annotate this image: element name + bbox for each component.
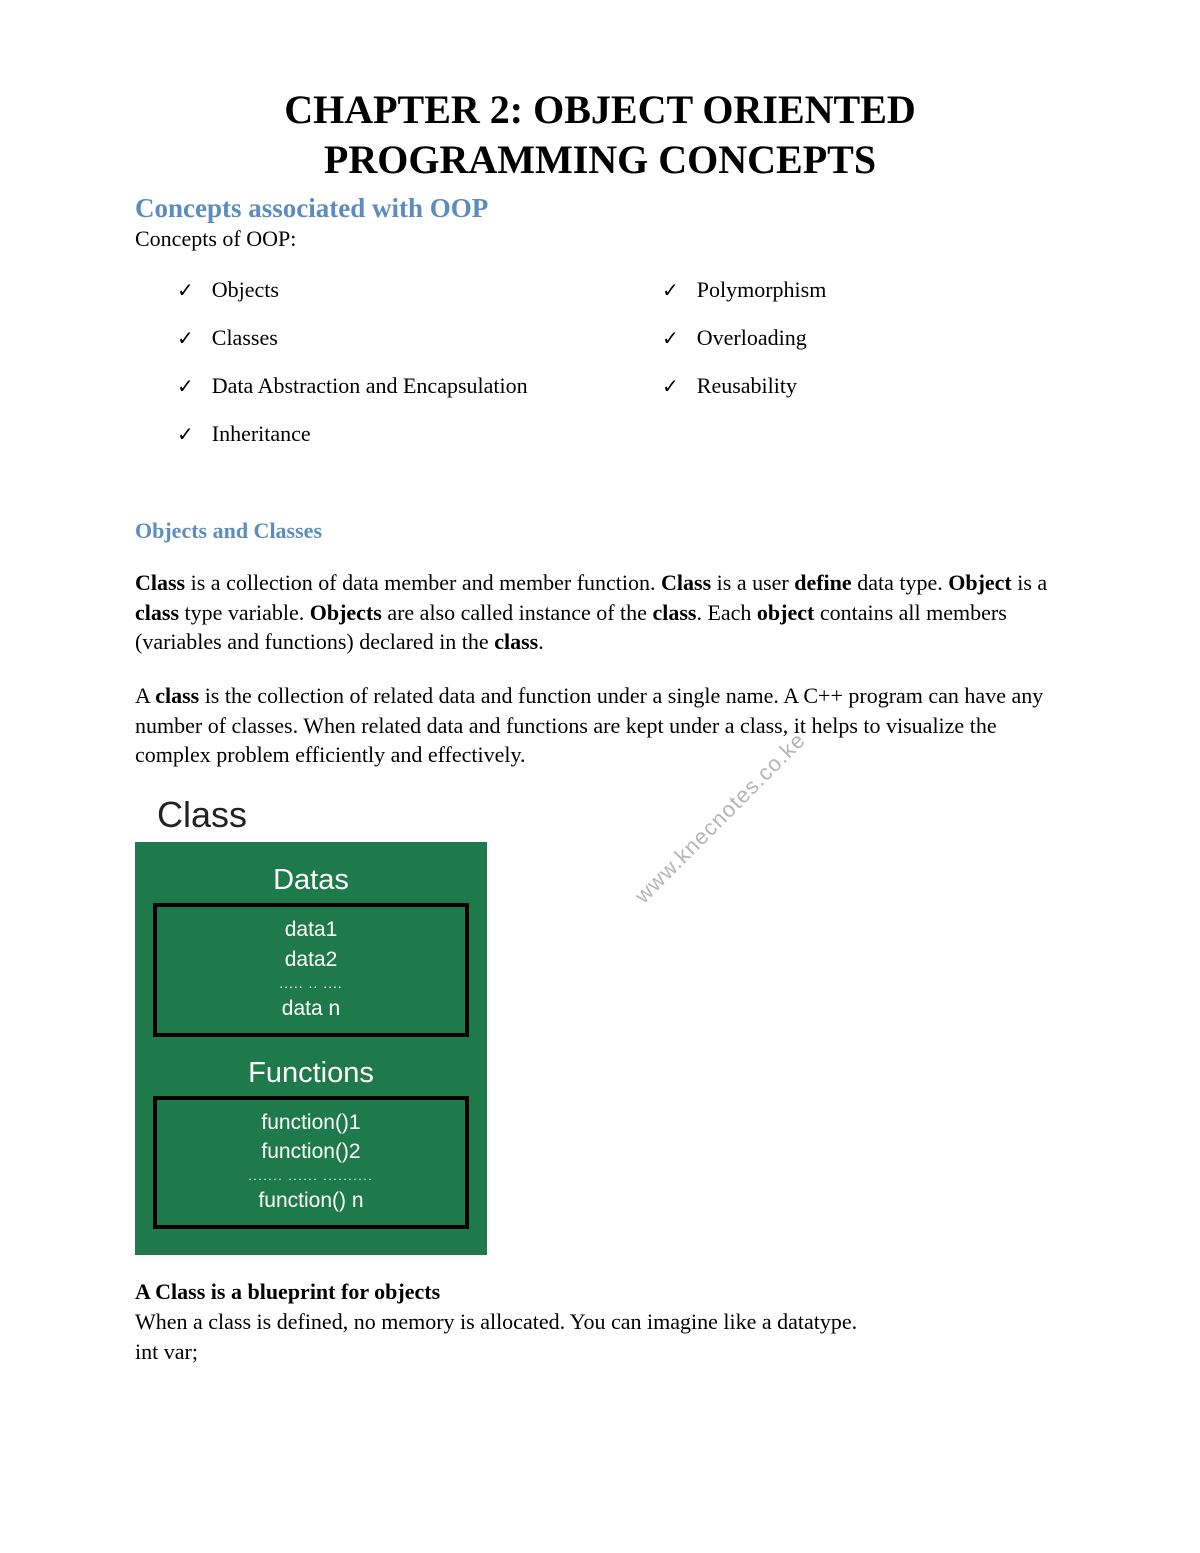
diagram-class-box: Datas data1 data2 ..... .. .... data n F… [135,842,487,1255]
diagram-datas-title: Datas [153,864,469,897]
diagram-func-item: function()2 [157,1137,465,1166]
concepts-col-left: ✓ Objects ✓ Classes ✓ Data Abstraction and … [135,266,580,458]
concept-label: Polymorphism [697,277,827,303]
diagram-datas-box: data1 data2 ..... .. .... data n [153,903,469,1037]
concept-item: ✓ Reusability [620,362,1065,410]
concept-label: Classes [212,325,278,351]
concept-label: Reusability [697,373,797,399]
class-diagram: Class Datas data1 data2 ..... .. .... da… [135,794,1065,1255]
diagram-dots: ....... ...... .......... [157,1169,465,1184]
diagram-functions-title: Functions [153,1057,469,1090]
concept-label: Overloading [697,325,807,351]
title-line-1: CHAPTER 2: OBJECT ORIENTED [284,87,916,132]
concept-item: ✓ Inheritance [135,410,580,458]
check-icon: ✓ [177,422,194,447]
paragraph-1: Class is a collection of data member and… [135,568,1065,657]
check-icon: ✓ [662,326,679,351]
diagram-data-item: data1 [157,915,465,944]
section-heading-objects-classes: Objects and Classes [135,518,1065,544]
paragraph-2: A class is the collection of related dat… [135,681,1065,770]
concept-label: Data Abstraction and Encapsulation [212,373,528,399]
blueprint-line-1: When a class is defined, no memory is al… [135,1307,1065,1337]
diagram-functions-box: function()1 function()2 ....... ...... .… [153,1096,469,1229]
concept-item: ✓ Polymorphism [620,266,1065,314]
check-icon: ✓ [177,278,194,303]
blueprint-line-2: int var; [135,1337,1065,1367]
check-icon: ✓ [662,278,679,303]
concept-label: Inheritance [212,421,311,447]
diagram-func-item: function() n [157,1186,465,1215]
concept-item: ✓ Objects [135,266,580,314]
concepts-col-right: ✓ Polymorphism ✓ Overloading ✓ Reusability [620,266,1065,458]
section-heading-concepts: Concepts associated with OOP [135,193,1065,224]
diagram-data-item: data2 [157,945,465,974]
diagram-data-item: data n [157,994,465,1023]
document-page: CHAPTER 2: OBJECT ORIENTED PROGRAMMING C… [135,85,1065,1366]
check-icon: ✓ [177,326,194,351]
check-icon: ✓ [177,374,194,399]
blueprint-heading: A Class is a blueprint for objects [135,1279,1065,1305]
concept-item: ✓ Classes [135,314,580,362]
concept-item: ✓ Overloading [620,314,1065,362]
concept-label: Objects [212,277,279,303]
concept-item: ✓ Data Abstraction and Encapsulation [135,362,580,410]
concepts-subtext: Concepts of OOP: [135,226,1065,252]
diagram-class-label: Class [157,794,1065,836]
chapter-title: CHAPTER 2: OBJECT ORIENTED PROGRAMMING C… [135,85,1065,185]
check-icon: ✓ [662,374,679,399]
diagram-dots: ..... .. .... [157,974,465,994]
title-line-2: PROGRAMMING CONCEPTS [324,137,876,182]
diagram-func-item: function()1 [157,1108,465,1137]
concepts-list: ✓ Objects ✓ Classes ✓ Data Abstraction and … [135,266,1065,458]
